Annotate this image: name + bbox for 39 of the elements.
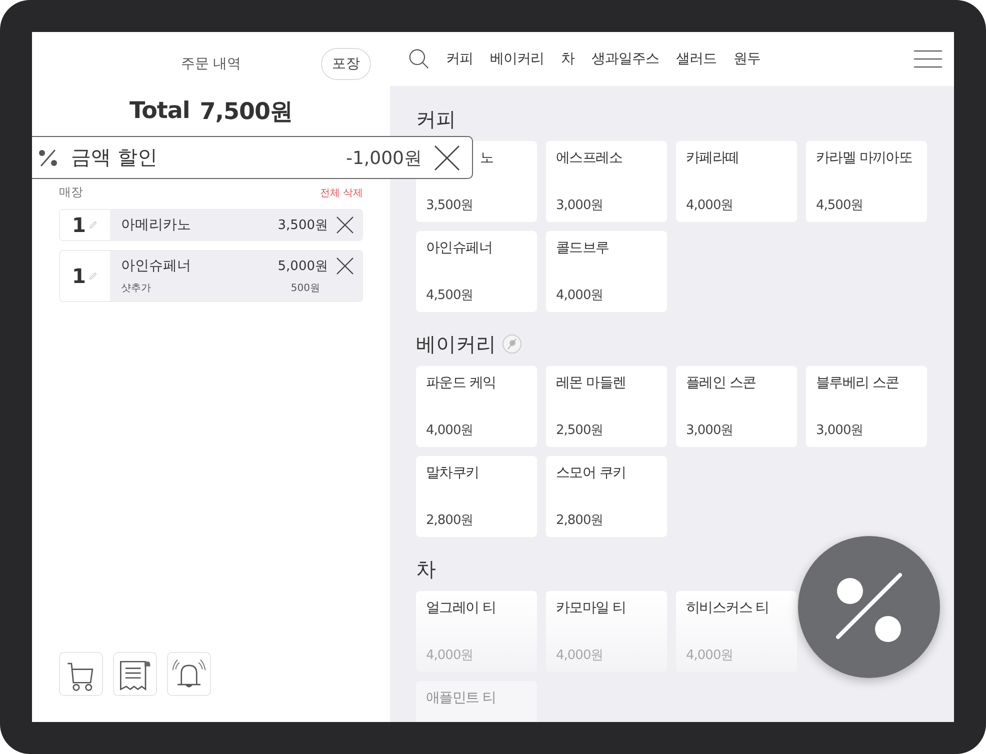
section-heading: 커피 — [416, 106, 456, 132]
menu-item-price: 3,000원 — [816, 422, 864, 439]
menu-item-price: 4,500원 — [426, 287, 474, 304]
menu-item-name: 노 — [480, 149, 494, 167]
menu-item-name: 카페라떼 — [686, 149, 740, 167]
menu-item-price: 3,500원 — [426, 197, 474, 214]
menu-item-name: 카모마일 티 — [556, 599, 627, 617]
menu-item-price: 4,000원 — [556, 287, 604, 304]
menu-item-price: 4,000원 — [686, 197, 734, 214]
menu-item-price: 4,000원 — [426, 647, 474, 664]
section-label: 매장 — [59, 184, 83, 201]
menu-item-price: 3,000원 — [686, 422, 734, 439]
menu-item-name: 파운드 케익 — [426, 374, 497, 392]
total-amount: 7,500원 — [200, 98, 293, 126]
menu-item-name: 레몬 마들렌 — [556, 374, 627, 392]
menu-item-price: 4,000원 — [556, 647, 604, 664]
menu-item-price: 3,000원 — [556, 197, 604, 214]
menu-item-price: 2,500원 — [556, 422, 604, 439]
menu-item-name: 아인슈페너 — [426, 239, 494, 257]
section-heading: 차 — [416, 556, 436, 582]
total-label: Total — [129, 98, 190, 124]
menu-item-name: 얼그레이 티 — [426, 599, 497, 617]
menu-item-price: 4,000원 — [686, 647, 734, 664]
menu-item-name: 에스프레소 — [556, 149, 624, 167]
panel-title: 주문 내역 — [180, 55, 242, 73]
menu-item-name: 애플민트 티 — [426, 689, 497, 707]
discount-label: 금액 할인 — [71, 144, 158, 171]
menu-item-name: 콜드브루 — [556, 239, 610, 257]
menu-item-price: 4,000원 — [426, 422, 474, 439]
menu-item-name: 히비스커스 티 — [686, 599, 770, 617]
menu-item-price: 2,800원 — [556, 512, 604, 529]
menu-item-name: 카라멜 마끼아또 — [816, 149, 914, 167]
menu-item-price: 2,800원 — [426, 512, 474, 529]
menu-item-name: 블루베리 스콘 — [816, 374, 900, 392]
menu-item-name: 스모어 쿠키 — [556, 464, 627, 482]
menu-item-name: 플레인 스콘 — [686, 374, 757, 392]
menu-item-name: 말차쿠키 — [426, 464, 480, 482]
menu-item-price: 4,500원 — [816, 197, 864, 214]
section-heading: 베이커리 — [416, 330, 496, 358]
